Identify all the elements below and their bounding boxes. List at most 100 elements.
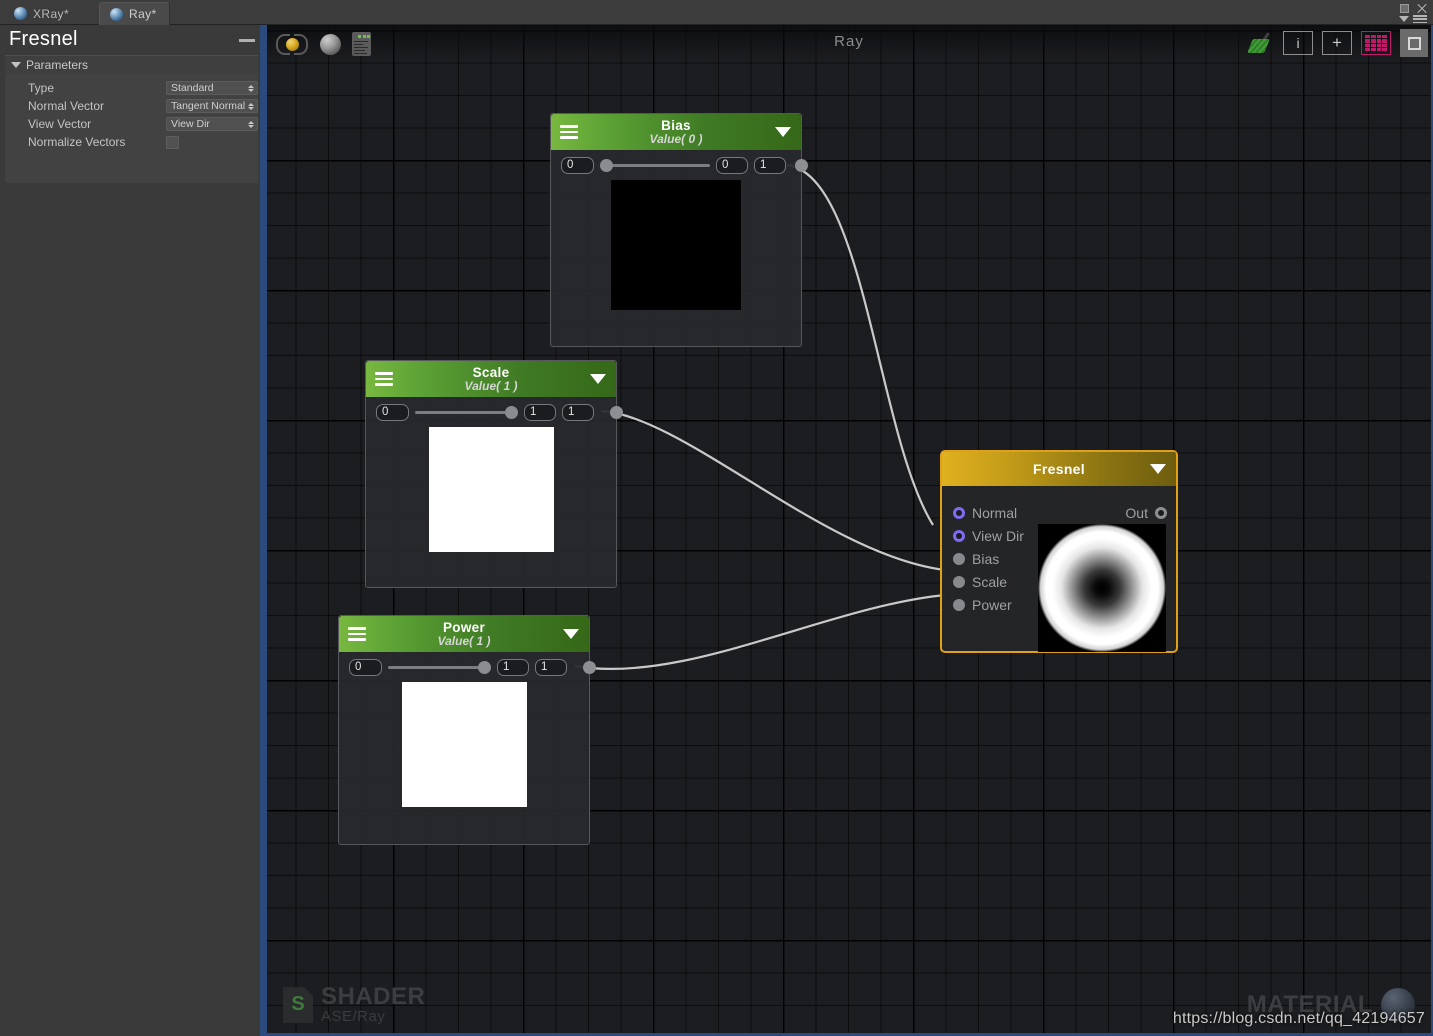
tab-bar: XRay* Ray* [0,0,1433,25]
slider-knob[interactable] [478,660,491,674]
value-field-left[interactable]: 0 [349,658,382,676]
port-dot-icon[interactable] [953,553,965,565]
menu-icon[interactable] [1413,15,1427,23]
value-slider[interactable] [388,659,491,676]
minimize-button[interactable] [239,39,255,42]
value-slider[interactable] [600,157,710,174]
cleanup-broom-icon[interactable] [1247,30,1274,56]
output-port-out[interactable]: Out [1125,505,1167,521]
close-icon[interactable] [1416,3,1427,14]
node-header[interactable]: Scale Value( 1 ) [366,361,616,397]
port-dot-icon[interactable] [953,576,965,588]
slider-knob[interactable] [505,405,518,419]
param-row-normal-vector: Normal Vector Tangent Normal [5,97,258,115]
value-field-mid[interactable]: 1 [524,403,556,421]
hamburger-icon[interactable] [560,125,578,139]
value-field-left[interactable]: 0 [561,156,594,174]
node-header[interactable]: Bias Value( 0 ) [551,114,801,150]
type-dropdown[interactable]: Standard [166,81,258,95]
input-port-scale[interactable]: Scale [953,574,1007,590]
hamburger-icon[interactable] [348,627,366,641]
chevron-down-icon[interactable] [775,127,791,137]
focus-icon[interactable] [1400,29,1428,57]
param-row-normalize-vectors: Normalize Vectors [5,133,258,151]
node-body: Normal View Dir Bias Scale Power Out [942,486,1176,652]
chevron-down-icon[interactable] [590,374,606,384]
tab-xray[interactable]: XRay* [4,2,81,25]
maximize-icon[interactable] [1400,4,1409,13]
filter-icon[interactable] [1399,16,1409,22]
node-bias[interactable]: Bias Value( 0 ) 0 0 1 [550,113,808,347]
value-field-mid[interactable]: 0 [716,156,748,174]
node-scale[interactable]: Scale Value( 1 ) 0 1 1 [365,360,623,588]
toolbar-left [275,29,371,59]
hamburger-icon[interactable] [375,372,393,386]
node-subtitle: Value( 1 ) [437,633,491,648]
port-label: Scale [972,574,1008,590]
view-vector-dropdown[interactable]: View Dir [166,117,258,131]
output-port[interactable] [610,406,623,419]
output-port[interactable] [583,661,596,674]
shader-file-icon: S [283,986,313,1023]
node-title: Scale [472,364,510,380]
dropdown-value: Tangent Normal [171,100,246,112]
value-field-right[interactable]: 1 [535,658,567,676]
ase-shader-editor-window: XRay* Ray* Fresnel Parameters Type Stand… [0,0,1433,1036]
node-title: Fresnel [1033,461,1085,477]
window-controls [1381,0,1429,25]
port-dot-icon[interactable] [1155,507,1167,519]
input-port-bias[interactable]: Bias [953,551,999,567]
node-subtitle: Value( 0 ) [649,131,703,146]
port-dot-icon[interactable] [953,599,965,611]
port-dot-icon[interactable] [953,507,965,519]
input-port-normal[interactable]: Normal [953,505,1017,521]
node-header[interactable]: Power Value( 1 ) [339,616,589,652]
tab-sphere-icon [14,7,27,20]
info-icon[interactable]: i [1283,31,1313,55]
value-slider[interactable] [415,404,518,421]
tab-ray[interactable]: Ray* [99,2,170,25]
port-label: Power [972,597,1012,613]
port-label: Bias [972,551,1000,567]
node-preview [1038,524,1166,652]
node-fresnel[interactable]: Fresnel Normal View Dir Bias Scale Power… [940,450,1178,653]
value-field-right[interactable]: 1 [562,403,594,421]
input-port-view-dir[interactable]: View Dir [953,528,1024,544]
port-label: View Dir [972,528,1024,544]
tab-sphere-icon [110,7,123,21]
chevron-down-icon[interactable] [563,629,579,639]
value-field-left[interactable]: 0 [376,403,409,421]
input-port-power[interactable]: Power [953,597,1012,613]
dropdown-value: View Dir [171,118,210,130]
output-port[interactable] [795,159,808,172]
live-update-icon[interactable] [275,29,309,59]
shader-code-icon[interactable] [352,32,371,56]
section-label: Parameters [26,58,89,72]
page-title: Fresnel [9,28,78,50]
value-field-mid[interactable]: 1 [497,658,529,676]
param-label: Normal Vector [28,99,105,113]
value-field-right[interactable]: 1 [754,156,786,174]
node-title: Power [442,619,485,635]
chevron-updown-icon [248,102,254,110]
add-node-icon[interactable]: + [1322,31,1352,55]
grid-toggle-icon[interactable] [1361,31,1391,55]
slider-knob[interactable] [600,158,613,172]
chevron-down-icon[interactable] [1150,464,1166,474]
canvas-left-border [265,25,267,1036]
normal-vector-dropdown[interactable]: Tangent Normal [166,99,258,113]
node-graph-canvas[interactable]: Ray i + Bias Value(0) 0 0 1 Scale Valu… [265,25,1433,1036]
preview-sphere-icon[interactable] [320,33,341,55]
dropdown-value: Standard [171,82,214,94]
node-header[interactable]: Fresnel [942,452,1176,486]
port-label: Normal [972,505,1018,521]
parameters-section-header[interactable]: Parameters [5,56,258,74]
normalize-vectors-checkbox[interactable] [166,135,179,149]
param-label: View Vector [28,117,92,131]
param-label: Type [28,81,55,95]
chevron-updown-icon [248,84,254,92]
node-preview [428,427,554,552]
port-dot-icon[interactable] [953,530,965,542]
param-label: Normalize Vectors [28,135,126,149]
node-power[interactable]: Power Value( 1 ) 0 1 1 [338,615,596,845]
